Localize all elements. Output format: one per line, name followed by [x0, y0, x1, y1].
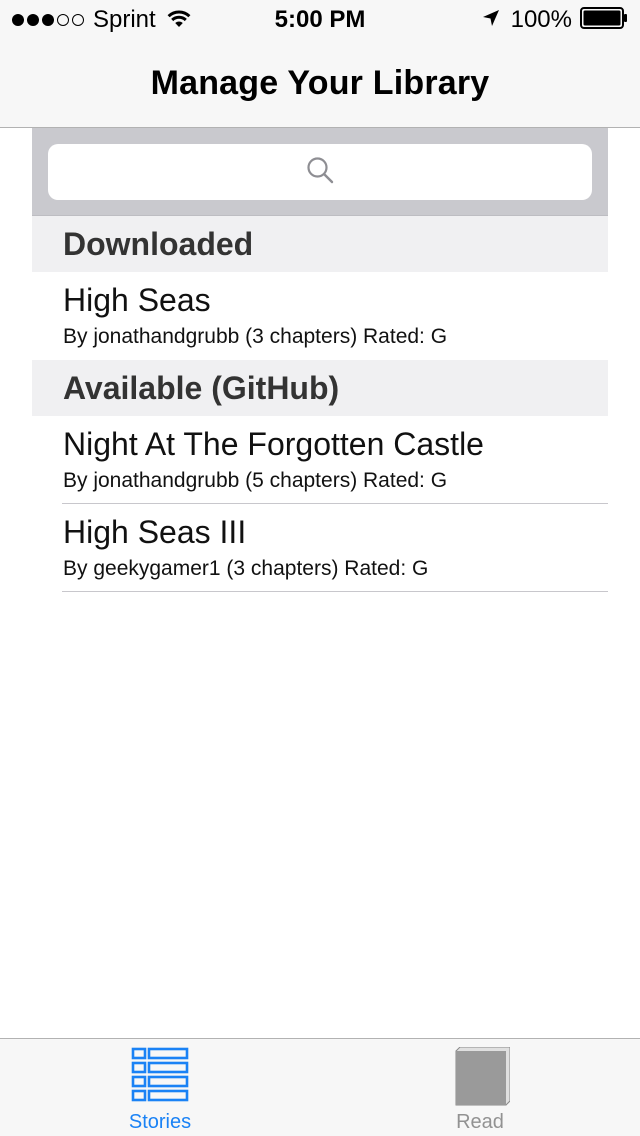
section-header-label: Downloaded — [63, 225, 254, 262]
library-table: Downloaded High Seas By jonathandgrubb (… — [32, 128, 608, 592]
status-bar: Sprint 5:00 PM 100% — [0, 0, 640, 40]
list-icon — [131, 1047, 189, 1108]
tab-bar: Stories Read — [0, 1038, 640, 1136]
screen: Sprint 5:00 PM 100% Manage Your Library … — [0, 0, 640, 1136]
tab-label: Stories — [128, 1111, 192, 1133]
section-header-label: Available (GitHub) — [63, 369, 340, 406]
story-row[interactable]: Night At The Forgotten Castle By jonatha… — [32, 416, 608, 504]
tab-read[interactable]: Read — [320, 1039, 640, 1136]
story-row[interactable]: High Seas III By geekygamer1 (3 chapters… — [32, 504, 608, 592]
section-header-downloaded: Downloaded — [32, 216, 608, 272]
search-input[interactable] — [48, 144, 596, 202]
book-icon — [450, 1046, 511, 1112]
story-subtitle: By jonathandgrubb (5 chapters) Rated: G — [63, 469, 448, 492]
section-header-available: Available (GitHub) — [32, 360, 608, 416]
story-title: High Seas — [63, 282, 211, 318]
tab-stories[interactable]: Stories — [0, 1039, 320, 1136]
story-subtitle: By jonathandgrubb (3 chapters) Rated: G — [63, 325, 448, 348]
story-title: High Seas III — [63, 514, 247, 550]
battery-percent: 100% — [510, 6, 572, 33]
navigation-bar: Manage Your Library — [0, 40, 640, 128]
search-bar — [32, 128, 608, 216]
page-title: Manage Your Library — [150, 64, 490, 102]
story-row[interactable]: High Seas By jonathandgrubb (3 chapters)… — [32, 272, 608, 360]
story-subtitle: By geekygamer1 (3 chapters) Rated: G — [63, 557, 429, 580]
location-arrow-icon — [481, 8, 501, 33]
story-title: Night At The Forgotten Castle — [63, 426, 484, 462]
status-bar-right: 100% — [481, 6, 628, 34]
battery-icon — [580, 6, 628, 34]
search-field[interactable] — [48, 144, 596, 202]
tab-label: Read — [456, 1111, 504, 1133]
